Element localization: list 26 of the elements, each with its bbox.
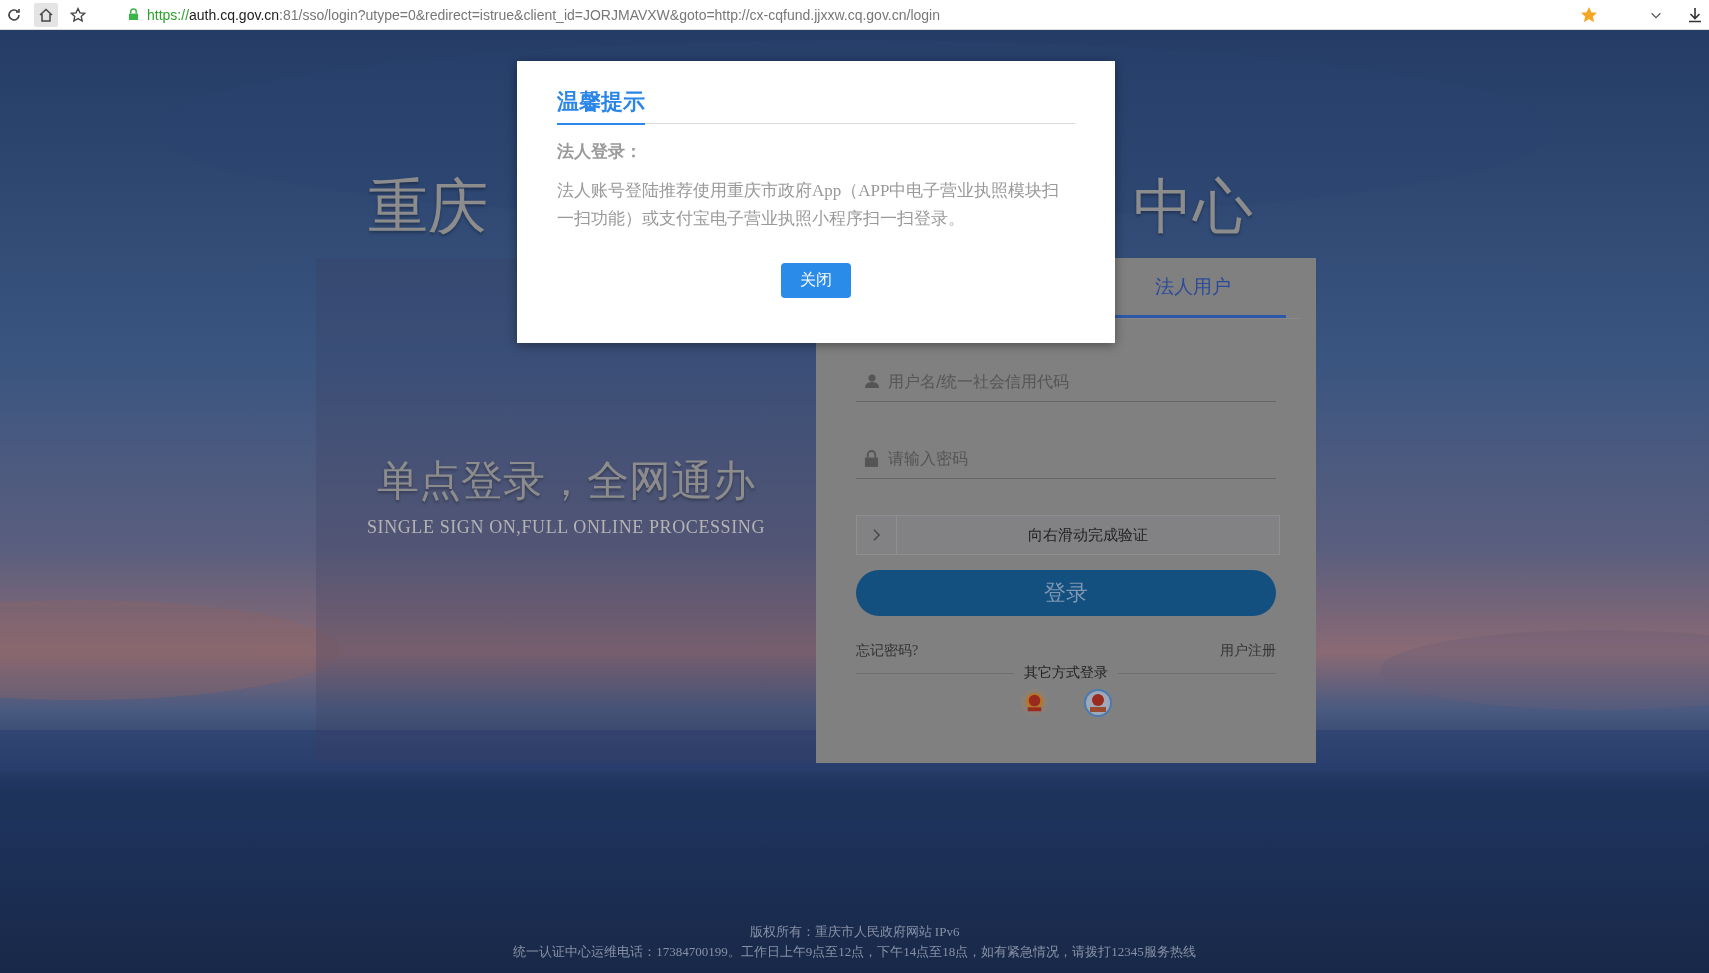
close-button[interactable]: 关闭 — [781, 263, 851, 298]
slider-label: 向右滑动完成验证 — [1027, 525, 1149, 545]
forgot-password-link[interactable]: 忘记密码? — [856, 642, 919, 660]
lock-icon — [128, 8, 139, 21]
home-icon[interactable] — [34, 2, 58, 27]
page-title: 中心 — [1133, 170, 1253, 243]
other-login-label: 其它方式登录 — [1024, 664, 1108, 682]
star-icon[interactable] — [70, 6, 86, 23]
address-bar[interactable]: https://auth.cq.gov.cn:81/sso/login?utype=0&redirect=istrue&client_id=JORJMAVXW&goto=http://cx-cqfund.jjxxw.cq.gov.cn/login — [147, 6, 940, 23]
register-link[interactable]: 用户注册 — [1220, 642, 1276, 660]
page-title: 重庆 — [368, 170, 488, 243]
lock-icon — [864, 450, 879, 467]
dialog-message: 法人账号登陆推荐使用重庆市政府App（APP中电子营业执照模块扫一扫功能）或支付宝电子营业执照小程序扫一扫登录。 — [557, 180, 1061, 230]
emblem-icon[interactable] — [1082, 688, 1113, 718]
login-button[interactable]: 登录 — [856, 570, 1276, 616]
bookmark-star-icon[interactable] — [1581, 6, 1597, 23]
reload-icon[interactable] — [6, 6, 22, 23]
user-icon — [864, 373, 880, 389]
footer-text: 统一认证中心运维电话：17384700199。工作日上午9点至12点，下午14点至18点，如有紧急情况，请拨打12345服务热线 — [513, 943, 1196, 961]
dialog-heading: 法人登录： — [557, 140, 643, 163]
slogan: 单点登录，全网通办 — [377, 455, 755, 507]
chevron-right-icon — [872, 528, 881, 542]
slogan-subtitle: SINGLE SIGN ON,FULL ONLINE PROCESSING — [366, 517, 765, 538]
dialog-title: 温馨提示 — [557, 87, 645, 125]
footer-text: 版权所有：重庆市人民政府网站 IPv6 — [749, 923, 960, 941]
download-icon[interactable] — [1687, 6, 1703, 23]
